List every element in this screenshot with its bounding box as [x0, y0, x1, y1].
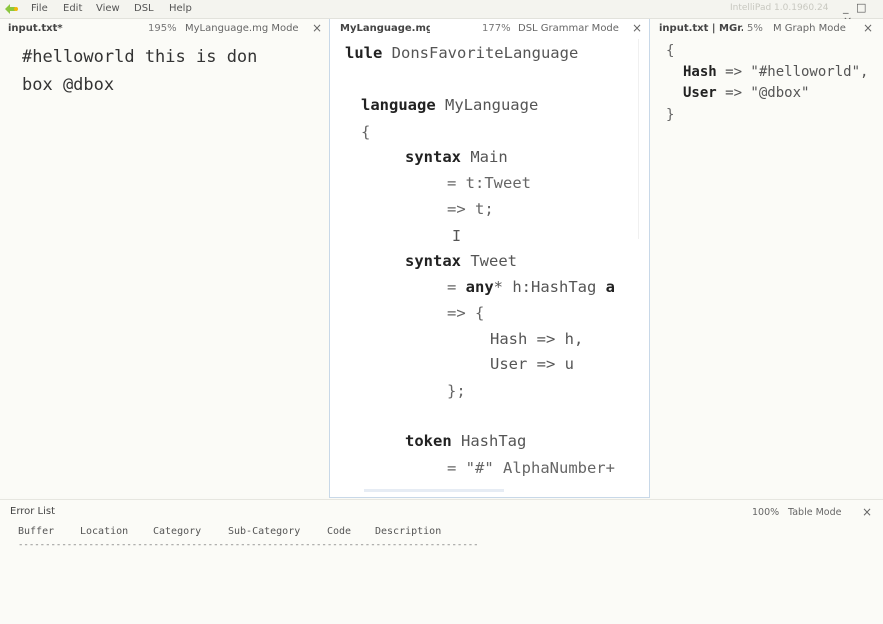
input-text-area[interactable]: #helloworld this is don box @dbox [22, 43, 322, 99]
text-line: box @dbox [22, 75, 115, 95]
code-line: = "#" AlphaNumber+ [447, 459, 615, 477]
close-icon[interactable]: × [312, 21, 322, 35]
app-logo-icon [5, 4, 18, 14]
code-line: User => u [490, 355, 574, 373]
menu-view[interactable]: View [96, 3, 120, 14]
header-divider: ----------------------------------------… [18, 540, 479, 550]
graph-line: } [666, 107, 675, 123]
menu-edit[interactable]: Edit [63, 3, 82, 14]
graph-line: { [666, 43, 675, 59]
code-line: language MyLanguage [361, 96, 539, 114]
pane-file-title[interactable]: MyLanguage.mg [340, 23, 430, 34]
pane-file-title[interactable]: input.txt* [8, 23, 88, 34]
menu-bar: File Edit View DSL Help IntelliPad 1.0.1… [0, 0, 883, 27]
pane-header: input.txt | MGr... 5% M Graph Mode × [650, 19, 883, 39]
close-icon[interactable]: × [863, 21, 873, 35]
code-line: Hash => h, [490, 330, 584, 348]
close-icon[interactable]: × [632, 21, 642, 35]
app-version: IntelliPad 1.0.1960.24 [730, 3, 829, 13]
horizontal-scrollbar[interactable] [364, 489, 504, 492]
pane-mode[interactable]: MyLanguage.mg Mode [185, 23, 299, 34]
graph-line: Hash => "#helloworld", [683, 64, 869, 80]
pane-mode[interactable]: DSL Grammar Mode [518, 23, 619, 34]
pane-file-title[interactable]: input.txt | MGr... [659, 23, 743, 34]
pane-zoom[interactable]: 195% [148, 23, 177, 34]
column-location[interactable]: Location [80, 526, 128, 537]
pane-zoom[interactable]: 5% [747, 23, 763, 34]
code-line: syntax Main [405, 148, 508, 166]
code-line: }; [447, 382, 466, 400]
grammar-code[interactable]: lule DonsFavoriteLanguage language MyLan… [345, 41, 615, 477]
menu-file[interactable]: File [31, 3, 48, 14]
code-line: = any* h:HashTag a [447, 278, 615, 296]
code-line: lule DonsFavoriteLanguage [345, 44, 579, 62]
column-sub-category[interactable]: Sub-Category [228, 526, 300, 537]
error-list-title: Error List [10, 506, 56, 517]
code-line: syntax Tweet [405, 252, 517, 270]
input-editor-pane: input.txt* 195% MyLanguage.mg Mode × #he… [0, 19, 329, 497]
code-line: token HashTag [405, 432, 527, 450]
code-line: => { [447, 304, 485, 322]
text-cursor-icon: I [452, 227, 462, 245]
code-line: { [361, 123, 371, 141]
close-icon[interactable]: × [862, 505, 872, 519]
code-line: = t:Tweet [447, 174, 531, 192]
code-line: => t; [447, 200, 494, 218]
menu-dsl[interactable]: DSL [134, 3, 154, 14]
vertical-scrollbar[interactable] [638, 39, 649, 239]
error-list-mode[interactable]: Table Mode [788, 507, 841, 518]
text-line: #helloworld this is don [22, 47, 258, 67]
graph-output-pane: input.txt | MGr... 5% M Graph Mode × { H… [650, 19, 883, 497]
pane-mode[interactable]: M Graph Mode [773, 23, 846, 34]
grammar-editor-pane: MyLanguage.mg 177% DSL Grammar Mode × lu… [329, 19, 650, 498]
pane-zoom[interactable]: 177% [482, 23, 511, 34]
graph-line: User => "@dbox" [683, 85, 810, 101]
column-code[interactable]: Code [327, 526, 351, 537]
pane-header: MyLanguage.mg 177% DSL Grammar Mode × [330, 19, 649, 39]
error-list-zoom[interactable]: 100% [752, 507, 779, 518]
column-category[interactable]: Category [153, 526, 201, 537]
column-description[interactable]: Description [375, 526, 441, 537]
pane-header: input.txt* 195% MyLanguage.mg Mode × [0, 19, 329, 39]
menu-help[interactable]: Help [169, 3, 192, 14]
column-buffer[interactable]: Buffer [18, 526, 54, 537]
error-list-panel: Error List 100% Table Mode × Buffer Loca… [0, 499, 883, 624]
